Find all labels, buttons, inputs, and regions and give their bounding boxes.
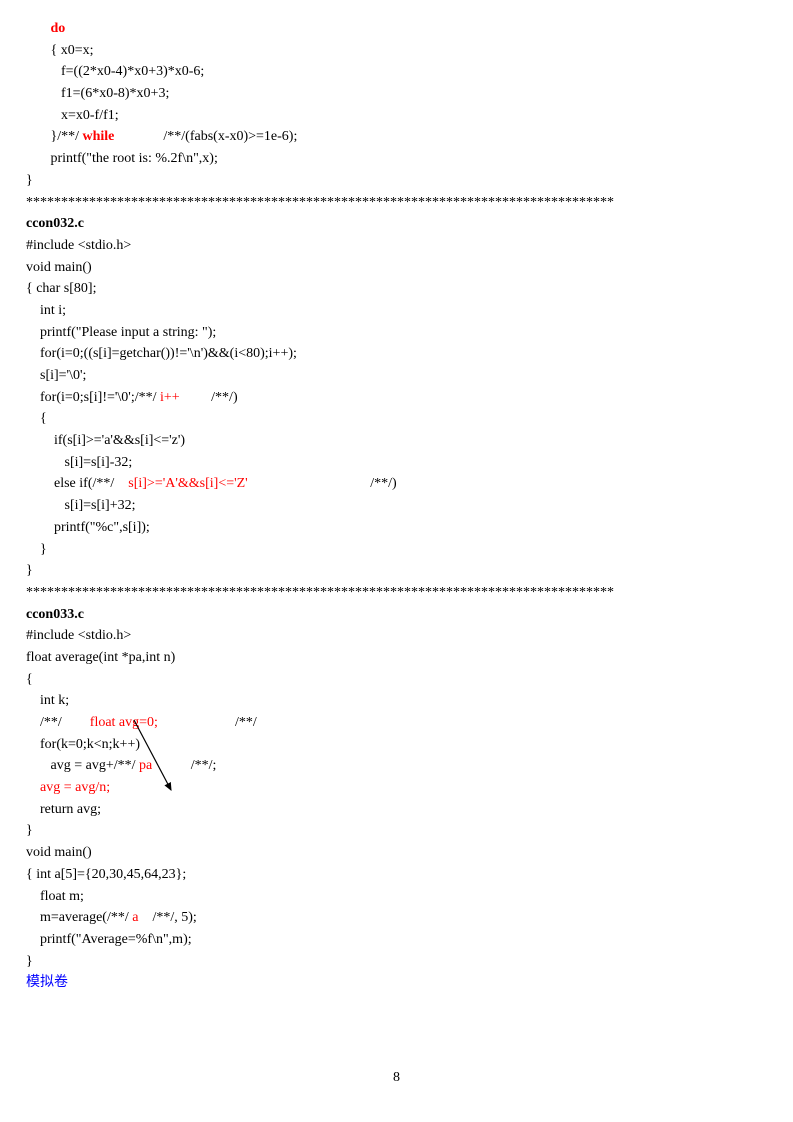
code-text: avg = avg+/**/ [26, 758, 139, 773]
code-line: printf("the root is: %.2f\n",x); [26, 148, 767, 170]
code-text: for(i=0;s[i]!='\0';/**/ [26, 390, 160, 405]
code-line: f=((2*x0-4)*x0+3)*x0-6; [26, 61, 767, 83]
code-line: int i; [26, 300, 767, 322]
code-text: m=average(/**/ [26, 910, 132, 925]
code-line: { x0=x; [26, 40, 767, 62]
answer-text: float avg=0; [90, 715, 158, 730]
code-line: s[i]=s[i]+32; [26, 495, 767, 517]
code-text: /**/ [26, 715, 90, 730]
file-title: ccon032.c [26, 213, 767, 235]
code-text: else if(/**/ [26, 476, 128, 491]
file-title: ccon033.c [26, 604, 767, 626]
code-line: m=average(/**/ a /**/, 5); [26, 907, 767, 929]
code-line: f1=(6*x0-8)*x0+3; [26, 83, 767, 105]
code-line: void main() [26, 842, 767, 864]
separator-line: ****************************************… [26, 192, 767, 214]
code-line: s[i]='\0'; [26, 365, 767, 387]
separator-line: ****************************************… [26, 582, 767, 604]
code-line: #include <stdio.h> [26, 235, 767, 257]
keyword-while: while [83, 129, 115, 144]
code-line: float m; [26, 886, 767, 908]
code-text: /**/; [152, 758, 216, 773]
code-line: avg = avg+/**/ pa /**/; [26, 755, 767, 777]
code-line: for(i=0;s[i]!='\0';/**/ i++ /**/) [26, 387, 767, 409]
code-line: printf("%c",s[i]); [26, 517, 767, 539]
answer-line: avg = avg/n; [26, 777, 767, 799]
code-line: } [26, 170, 767, 192]
document-page: do { x0=x; f=((2*x0-4)*x0+3)*x0-6; f1=(6… [0, 0, 793, 994]
code-line: printf("Average=%f\n",m); [26, 929, 767, 951]
code-line: { [26, 669, 767, 691]
code-line: { int a[5]={20,30,45,64,23}; [26, 864, 767, 886]
code-text: /**/) [180, 390, 238, 405]
code-text: /**/ [158, 715, 257, 730]
code-line: int k; [26, 690, 767, 712]
code-text: /**/(fabs(x-x0)>=1e-6); [114, 129, 297, 144]
code-line: } [26, 951, 767, 973]
code-line: return avg; [26, 799, 767, 821]
keyword-do: do [26, 21, 65, 36]
code-line: x=x0-f/f1; [26, 105, 767, 127]
code-line: else if(/**/ s[i]>='A'&&s[i]<='Z' /**/) [26, 473, 767, 495]
code-line: float average(int *pa,int n) [26, 647, 767, 669]
code-line: for(k=0;k<n;k++) [26, 734, 767, 756]
code-line: { char s[80]; [26, 278, 767, 300]
code-line: }/**/ while /**/(fabs(x-x0)>=1e-6); [26, 126, 767, 148]
answer-text: s[i]>='A'&&s[i]<='Z' [128, 476, 247, 491]
code-line: } [26, 560, 767, 582]
code-line: if(s[i]>='a'&&s[i]<='z') [26, 430, 767, 452]
code-text: /**/) [248, 476, 397, 491]
code-line: #include <stdio.h> [26, 625, 767, 647]
section-label: 模拟卷 [26, 972, 767, 994]
code-text: }/**/ [26, 129, 83, 144]
code-line: /**/ float avg=0; /**/ [26, 712, 767, 734]
code-line: } [26, 820, 767, 842]
code-line: for(i=0;((s[i]=getchar())!='\n')&&(i<80)… [26, 343, 767, 365]
code-line: do [26, 18, 767, 40]
code-line: } [26, 539, 767, 561]
page-number: 8 [0, 1070, 793, 1086]
code-line: printf("Please input a string: "); [26, 322, 767, 344]
code-line: { [26, 408, 767, 430]
code-text: /**/, 5); [138, 910, 196, 925]
answer-text: i++ [160, 390, 180, 405]
code-line: s[i]=s[i]-32; [26, 452, 767, 474]
code-line: void main() [26, 257, 767, 279]
answer-text: pa [139, 758, 152, 773]
